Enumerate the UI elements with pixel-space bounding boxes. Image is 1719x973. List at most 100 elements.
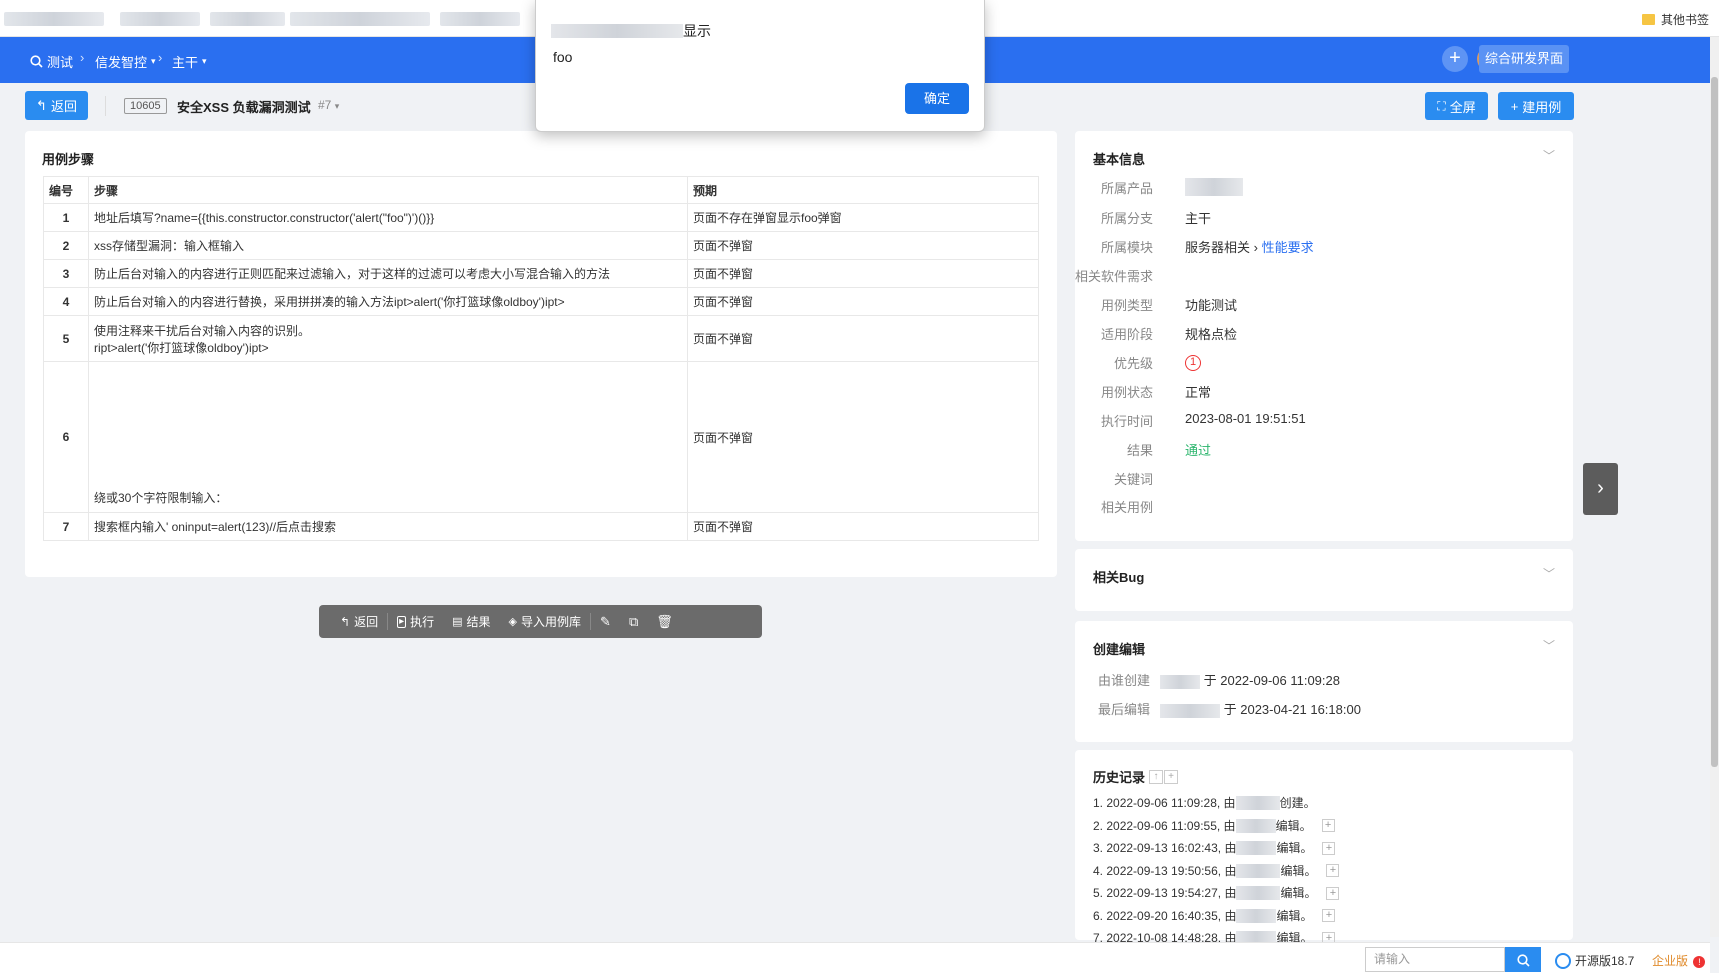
chevron-down-icon[interactable]: ﹀ — [1543, 637, 1555, 654]
info-label: 用例状态 — [1100, 385, 1153, 400]
history-text: 4. 2022-09-13 19:50:56, 由 — [1093, 863, 1237, 878]
enterprise-link[interactable]: 企业版 ! — [1652, 952, 1706, 969]
expand-icon[interactable]: + — [1326, 886, 1340, 900]
step-expect: 页面不弹窗 — [687, 287, 1039, 316]
step-number: 3 — [43, 259, 89, 288]
run-button[interactable]: ▸ 执行 — [388, 605, 443, 638]
steps-panel: 用例步骤 编号 步骤 预期 1 地址后填写?name={{this.constr… — [25, 131, 1057, 577]
expand-icon[interactable]: + — [1322, 841, 1336, 855]
alert-dialog: 显示 foo 确定 — [535, 0, 985, 132]
back-button-label: 返回 — [50, 99, 77, 114]
import-library-button[interactable]: ◈ 导入用例库 — [500, 605, 590, 638]
footer-bar: 请输入 开源版18.7 企业版 ! — [0, 942, 1710, 973]
breadcrumb-test[interactable]: 测试 — [30, 52, 73, 71]
column-header: 编号 — [43, 176, 89, 204]
edit-button[interactable]: ✎ — [591, 605, 620, 638]
related-bug-title: 相关Bug — [1093, 570, 1145, 585]
history-action: 编辑。 — [1276, 908, 1313, 923]
back-button[interactable]: ↰ 返回 — [25, 91, 88, 120]
history-text: 5. 2022-09-13 19:54:27, 由 — [1093, 886, 1237, 900]
footer-search-button[interactable] — [1505, 947, 1541, 972]
info-label: 相关软件需求 — [1074, 269, 1153, 284]
column-header: 预期 — [687, 176, 1039, 204]
history-panel: 历史记录 ↑ + 1. 2022-09-06 11:09:28, 由 创建。 2.… — [1075, 750, 1573, 946]
create-edit-title: 创建编辑 — [1093, 642, 1146, 657]
history-text: 6. 2022-09-20 16:40:35, 由 — [1093, 908, 1237, 923]
info-value: 1 — [1185, 353, 1201, 371]
delete-button[interactable]: 🗑 — [647, 605, 682, 638]
toolbar-back-button[interactable]: ↰ 返回 — [331, 605, 387, 638]
info-label: 适用阶段 — [1100, 327, 1153, 342]
info-label: 所属产品 — [1100, 181, 1153, 196]
steps-table: 编号 步骤 预期 1 地址后填写?name={{this.constructor… — [43, 176, 1039, 541]
history-action: 编辑。 — [1280, 863, 1317, 878]
fullscreen-icon: ⛶ — [1437, 98, 1446, 113]
enterprise-label: 企业版 — [1652, 954, 1689, 968]
list-item: 2. 2022-09-06 11:09:55, 由 编辑。 + — [1093, 815, 1339, 838]
bookmark-item[interactable] — [440, 12, 520, 26]
table-row: 4 防止后台对输入的内容进行替换，采用拼拼凑的输入方法ipt>alert('你打… — [43, 287, 1039, 316]
page-title: 安全XSS 负载漏洞测试 — [177, 100, 311, 115]
info-value: 于 2022-09-06 11:09:28 — [1160, 670, 1340, 689]
next-case-button[interactable]: › — [1583, 463, 1618, 515]
step-number: 1 — [43, 203, 89, 232]
back-icon: ↰ — [36, 97, 47, 113]
bookmark-item[interactable] — [4, 12, 104, 26]
add-icon[interactable]: + — [1442, 46, 1468, 72]
info-label: 相关用例 — [1100, 500, 1153, 515]
chevron-down-icon[interactable]: ﹀ — [1543, 147, 1555, 164]
copy-button[interactable]: ⧉ — [620, 605, 647, 638]
folder-icon — [1641, 14, 1655, 25]
fullscreen-button[interactable]: ⛶ 全屏 — [1425, 92, 1488, 120]
action-toolbar: ↰ 返回 ▸ 执行 ▤ 结果 ◈ 导入用例库 ✎ ⧉ 🗑 — [319, 605, 762, 638]
version-link[interactable]: 开源版18.7 — [1555, 952, 1634, 969]
breadcrumb-label: 测试 — [47, 55, 74, 70]
expand-all-icon[interactable]: + — [1164, 769, 1179, 784]
bookmark-item[interactable] — [120, 12, 200, 26]
bookmark-item[interactable] — [290, 12, 430, 26]
chevron-right-icon: › — [1253, 240, 1262, 255]
table-row: 5 使用注释来干扰后台对输入内容的识别。 ript>alert('你打篮球像ol… — [43, 315, 1039, 362]
alert-title: 显示 — [551, 21, 711, 41]
info-value: 正常 — [1185, 385, 1212, 400]
toolbar-back-label: 返回 — [354, 615, 379, 629]
table-row: 2 xss存储型漏洞：输入框输入 页面不弹窗 — [43, 231, 1039, 260]
sort-icon[interactable]: ↑ — [1149, 769, 1164, 784]
result-label: 结果 — [466, 615, 491, 629]
breadcrumb-product[interactable]: 信发智控 ▾ — [95, 52, 156, 71]
step-text: 防止后台对输入的内容进行正则匹配来过滤输入，对于这样的过滤可以考虑大小写混合输入… — [88, 259, 688, 288]
list-item: 3. 2022-09-13 16:02:43, 由 编辑。 + — [1093, 837, 1339, 860]
chevron-down-icon[interactable]: ﹀ — [1543, 565, 1555, 582]
scrollbar-thumb[interactable] — [1711, 77, 1718, 767]
history-action: 创建。 — [1279, 796, 1316, 810]
footer-search-input[interactable]: 请输入 — [1365, 947, 1505, 972]
breadcrumb-label: 信发智控 — [95, 55, 148, 70]
expand-icon[interactable]: + — [1321, 819, 1335, 833]
history-text: 3. 2022-09-13 16:02:43, 由 — [1093, 841, 1237, 855]
step-cell: 使用注释来干扰后台对输入内容的识别。 ript>alert('你打篮球像oldb… — [88, 315, 688, 362]
version-selector[interactable]: #7 ▾ — [318, 98, 339, 112]
chevron-down-icon: ▾ — [202, 56, 207, 66]
divider — [105, 96, 106, 116]
new-case-button[interactable]: + 建用例 — [1498, 92, 1574, 120]
module-sub-link[interactable]: 性能要求 — [1262, 240, 1314, 255]
step-text: 绕或30个字符限制输入： — [88, 361, 688, 513]
expand-icon[interactable]: + — [1322, 909, 1336, 923]
history-list: 1. 2022-09-06 11:09:28, 由 创建。 2. 2022-09-… — [1093, 792, 1340, 950]
breadcrumb-branch[interactable]: 主干 ▾ — [172, 52, 207, 71]
result-button[interactable]: ▤ 结果 — [443, 605, 499, 638]
workspace-switch-button[interactable]: 综合研发界面 — [1479, 45, 1569, 73]
copy-icon: ⧉ — [628, 613, 639, 629]
other-bookmarks[interactable]: 其他书签 — [1641, 11, 1709, 28]
version-label: 开源版18.7 — [1575, 954, 1635, 968]
expand-icon[interactable]: + — [1326, 864, 1340, 878]
step-expect: 页面不弹窗 — [687, 259, 1039, 288]
list-item: 5. 2022-09-13 19:54:27, 由 编辑。 + — [1093, 882, 1340, 905]
info-value: 主干 — [1185, 211, 1212, 226]
alert-ok-button[interactable]: 确定 — [905, 83, 969, 114]
bookmark-item[interactable] — [210, 12, 285, 26]
history-text: 2. 2022-09-06 11:09:55, 由 — [1093, 818, 1236, 833]
step-text-line2: ript>alert('你打篮球像oldboy')ipt> — [94, 340, 269, 355]
page-scrollbar[interactable] — [1710, 37, 1719, 937]
info-label: 结果 — [1126, 443, 1153, 458]
